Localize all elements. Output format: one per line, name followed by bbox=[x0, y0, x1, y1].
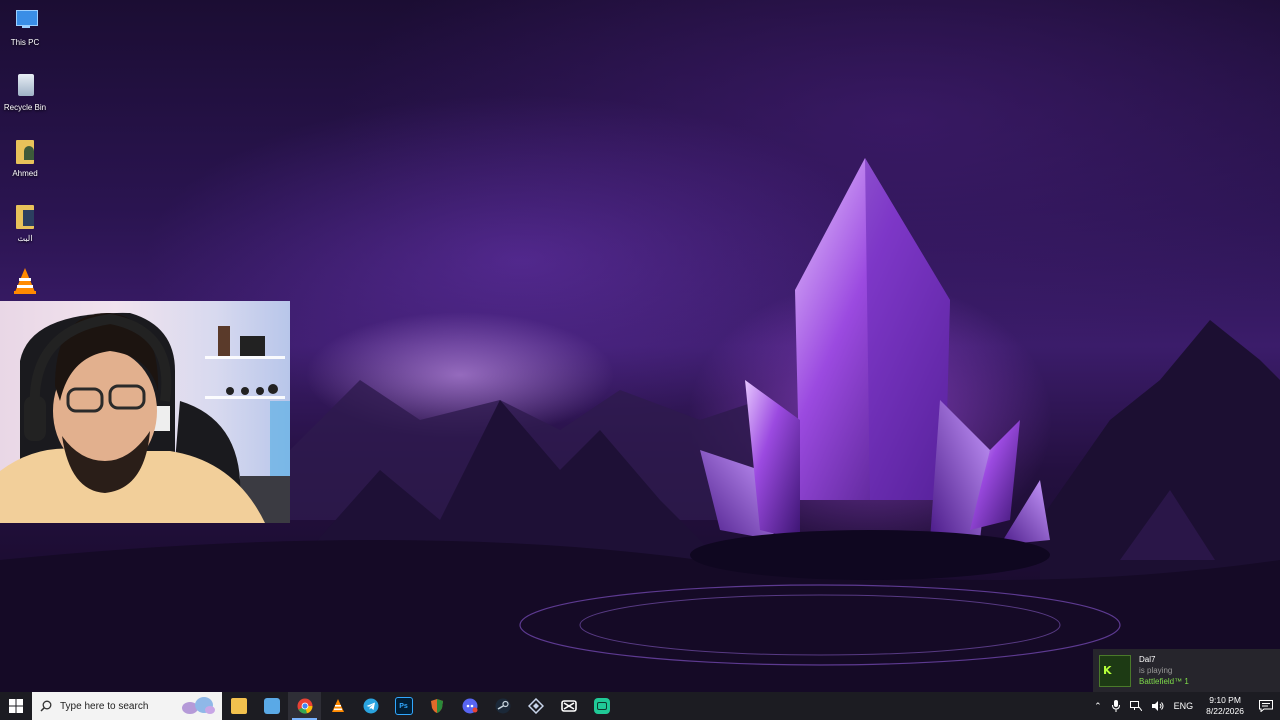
photoshop-icon: Ps bbox=[394, 697, 413, 715]
desktop-icon-recycle-bin[interactable]: Recycle Bin bbox=[2, 71, 48, 113]
desktop-icon-broadcast[interactable]: البث bbox=[2, 202, 48, 244]
green-app-icon bbox=[593, 698, 610, 714]
taskbar-app-chrome[interactable] bbox=[288, 692, 321, 720]
chevron-up-icon[interactable]: ⌃ bbox=[1094, 701, 1102, 712]
chrome-icon bbox=[297, 698, 313, 714]
desktop-icon-vlc[interactable] bbox=[2, 266, 48, 298]
capcut-icon bbox=[560, 700, 577, 712]
taskbar-app-steam[interactable] bbox=[486, 692, 519, 720]
volume-icon[interactable] bbox=[1151, 701, 1164, 711]
clock[interactable]: 9:10 PM 8/22/2026 bbox=[1206, 695, 1244, 717]
taskbar-app-shield[interactable] bbox=[420, 692, 453, 720]
action-center-button[interactable] bbox=[1252, 692, 1280, 720]
recycle-bin-icon bbox=[10, 71, 40, 101]
microphone-icon[interactable] bbox=[1111, 700, 1120, 712]
desktop-icon-ahmed[interactable]: Ahmed bbox=[2, 137, 48, 179]
vlc-icon bbox=[10, 266, 40, 296]
network-icon[interactable] bbox=[1129, 701, 1142, 711]
desktop-icon-this-pc[interactable]: This PC bbox=[2, 6, 48, 48]
telegram-icon bbox=[363, 698, 378, 714]
taskbar-app-telegram[interactable] bbox=[354, 692, 387, 720]
notification-game: Battlefield™ 1 bbox=[1139, 677, 1189, 686]
taskbar-app-diamond[interactable] bbox=[519, 692, 552, 720]
desktop-icon bbox=[263, 698, 280, 714]
taskbar: Type here to search Ps ⌃ ENG 9:10 PM 8/2… bbox=[0, 692, 1280, 720]
windows-icon bbox=[9, 699, 23, 713]
notification-status: is playing bbox=[1139, 666, 1173, 675]
taskbar-app-capcut[interactable] bbox=[552, 692, 585, 720]
notification-icon bbox=[1259, 700, 1273, 712]
taskbar-app-desktop[interactable] bbox=[255, 692, 288, 720]
vlc-icon bbox=[331, 699, 344, 712]
start-button[interactable] bbox=[0, 692, 32, 720]
diamond-icon bbox=[527, 698, 544, 714]
taskbar-app-vlc[interactable] bbox=[321, 692, 354, 720]
taskbar-app-file-explorer[interactable] bbox=[222, 692, 255, 720]
taskbar-app-photoshop[interactable]: Ps bbox=[387, 692, 420, 720]
search-icon bbox=[40, 700, 52, 712]
search-highlight-icon bbox=[182, 697, 215, 714]
folder-icon bbox=[10, 202, 40, 232]
file-explorer-icon bbox=[230, 698, 247, 714]
clock-date: 8/22/2026 bbox=[1206, 706, 1244, 716]
system-tray: ⌃ ENG 9:10 PM 8/22/2026 bbox=[1089, 692, 1280, 720]
desktop-icon-label: Ahmed bbox=[12, 169, 38, 178]
discord-icon bbox=[462, 698, 477, 714]
search-placeholder: Type here to search bbox=[60, 700, 149, 712]
webcam-overlay bbox=[0, 301, 290, 523]
steam-icon bbox=[495, 698, 510, 714]
taskbar-app-discord[interactable] bbox=[453, 692, 486, 720]
clock-time: 9:10 PM bbox=[1209, 695, 1241, 705]
shield-icon bbox=[430, 699, 443, 713]
language-indicator[interactable]: ENG bbox=[1174, 701, 1194, 711]
desktop-icon-label: This PC bbox=[10, 38, 40, 47]
desktop-icon-label: البث bbox=[17, 234, 33, 243]
taskbar-app-green[interactable] bbox=[585, 692, 618, 720]
game-thumbnail-icon: K bbox=[1099, 654, 1131, 687]
this-pc-icon bbox=[10, 6, 40, 36]
game-activity-notification[interactable]: K Dal7 is playing Battlefield™ 1 bbox=[1093, 649, 1280, 692]
user-folder-icon bbox=[10, 137, 40, 167]
desktop-icon-label: Recycle Bin bbox=[3, 103, 47, 112]
notification-user: Dal7 bbox=[1139, 655, 1156, 664]
taskbar-search-box[interactable]: Type here to search bbox=[32, 692, 222, 720]
